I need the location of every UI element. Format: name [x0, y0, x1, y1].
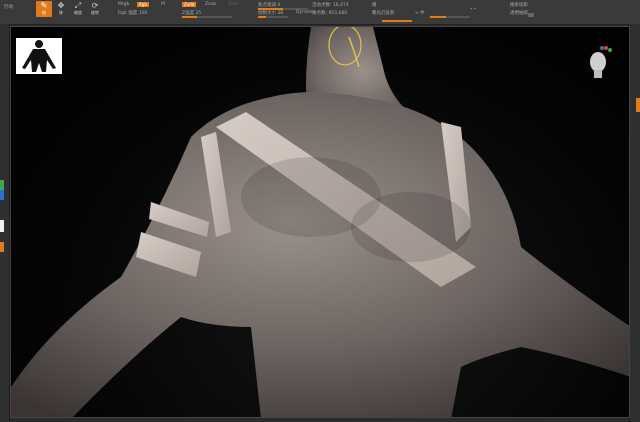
move-tool-label: 移	[59, 10, 63, 15]
silhouette-thumbnail[interactable]	[16, 38, 62, 74]
draw-tool-label: 绘	[42, 10, 46, 15]
model-render	[11, 27, 629, 417]
timeline-marker	[382, 20, 412, 22]
modifier-label: ∞ 件	[415, 11, 425, 16]
m-button[interactable]: M	[161, 2, 165, 7]
move-tool-button[interactable]: ✥ 移	[53, 1, 69, 17]
spotlight-button[interactable]: 聚光灯投影	[372, 10, 395, 16]
right-tray-marker[interactable]	[636, 98, 640, 112]
color-swatch-white[interactable]	[0, 220, 4, 232]
more-dots[interactable]: * *	[470, 8, 476, 13]
rgb-intensity-slider[interactable]: Rgb 强度 100	[118, 10, 147, 16]
top-toolbar: 行动 ✎ 绘 ✥ 移 ⤢ 缩放 ⟳ 旋转 Mrgb Rgb M Zadd Zsu…	[0, 0, 640, 25]
rotate-tool-label: 旋转	[91, 10, 99, 15]
right-panel-label-1[interactable]: 搜索投影	[510, 2, 528, 8]
person-silhouette-icon	[22, 40, 56, 72]
color-swatch-orange[interactable]	[0, 242, 4, 252]
right-panel-label-2[interactable]: 透明抽取	[510, 10, 528, 16]
scale-icon: ⤢	[74, 1, 82, 10]
active-points-readout: 活动点数: 16,474	[312, 3, 349, 8]
total-points-readout: 总点数: 953,680	[312, 11, 348, 16]
color-swatch-blue[interactable]	[0, 190, 4, 200]
zadd-button[interactable]: Zadd	[182, 2, 197, 7]
draw-size-track[interactable]	[258, 16, 288, 18]
menu-label[interactable]: 行动	[4, 4, 13, 10]
transparency-toggle[interactable]	[528, 13, 534, 17]
edit-icon: ✎	[40, 1, 48, 10]
z-intensity-fill	[182, 16, 197, 18]
draw-tool-button[interactable]: ✎ 绘	[36, 1, 52, 17]
left-tray	[0, 24, 10, 422]
zcut-button[interactable]: Zcut	[228, 2, 238, 7]
replay-button[interactable]: 播	[372, 2, 377, 8]
head-navigation-icon	[590, 46, 612, 78]
zsub-button[interactable]: Zsub	[205, 2, 216, 7]
scale-tool-button[interactable]: ⤢ 缩放	[70, 1, 86, 17]
draw-size-fill	[258, 16, 266, 18]
navigation-head[interactable]	[584, 46, 612, 80]
rgb-button[interactable]: Rgb	[137, 2, 149, 7]
rotate-icon: ⟳	[91, 1, 99, 10]
viewport-canvas[interactable]	[10, 26, 630, 418]
right-tray	[629, 24, 640, 422]
modifier-track[interactable]	[430, 16, 470, 18]
modifier-fill	[430, 16, 446, 18]
z-intensity-track[interactable]	[182, 16, 232, 18]
color-swatch-green[interactable]	[0, 180, 4, 190]
move-icon: ✥	[57, 1, 65, 10]
rotate-tool-button[interactable]: ⟳ 旋转	[87, 1, 103, 17]
scale-tool-label: 缩放	[74, 10, 82, 15]
mrgb-button[interactable]: Mrgb	[118, 2, 129, 7]
